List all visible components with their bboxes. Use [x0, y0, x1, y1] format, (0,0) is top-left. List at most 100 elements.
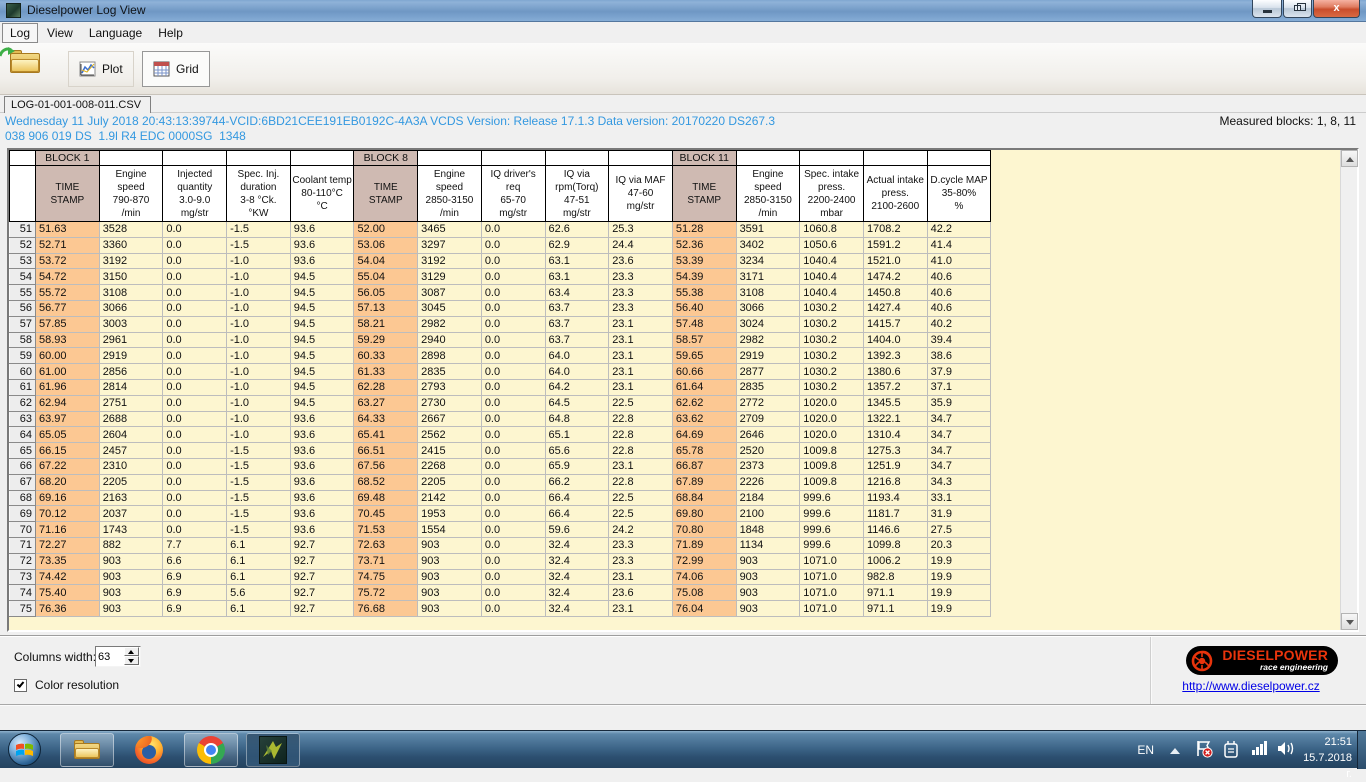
row-number-cell[interactable]: 62 — [10, 395, 36, 411]
grid-cell[interactable]: 61.64 — [672, 379, 736, 395]
grid-cell[interactable]: 1415.7 — [863, 316, 927, 332]
grid-cell[interactable]: 0.0 — [481, 269, 545, 285]
grid-cell[interactable]: 3360 — [99, 237, 163, 253]
grid-cell[interactable]: 2709 — [736, 411, 800, 427]
row-number-cell[interactable]: 52 — [10, 237, 36, 253]
grid-cell[interactable]: 6.9 — [163, 569, 227, 585]
scroll-up-button[interactable] — [1341, 150, 1358, 167]
grid-cell[interactable]: 40.2 — [927, 316, 991, 332]
grid-cell[interactable]: 0.0 — [163, 395, 227, 411]
grid-cell[interactable]: 0.0 — [481, 379, 545, 395]
grid-cell[interactable]: 0.0 — [163, 458, 227, 474]
grid-cell[interactable]: 999.6 — [800, 537, 864, 553]
grid-cell[interactable]: 64.69 — [672, 427, 736, 443]
grid-cell[interactable]: 68.20 — [36, 474, 100, 490]
grid-cell[interactable]: 93.6 — [290, 506, 354, 522]
grid-cell[interactable]: 0.0 — [163, 427, 227, 443]
grid-cell[interactable]: 2835 — [736, 379, 800, 395]
grid-cell[interactable]: 75.40 — [36, 585, 100, 601]
show-hidden-icons-button[interactable] — [1170, 748, 1180, 754]
grid-cell[interactable]: 23.1 — [609, 332, 673, 348]
grid-cell[interactable]: 32.4 — [545, 585, 609, 601]
grid-cell[interactable]: 27.5 — [927, 522, 991, 538]
grid-cell[interactable]: -1.5 — [227, 474, 291, 490]
grid-cell[interactable]: 0.0 — [163, 522, 227, 538]
grid-cell[interactable]: 94.5 — [290, 364, 354, 380]
grid-cell[interactable]: 1009.8 — [800, 458, 864, 474]
grid-cell[interactable]: 63.97 — [36, 411, 100, 427]
grid-cell[interactable]: 92.7 — [290, 569, 354, 585]
row-number-cell[interactable]: 54 — [10, 269, 36, 285]
grid-cell[interactable]: 2184 — [736, 490, 800, 506]
row-number-cell[interactable]: 61 — [10, 379, 36, 395]
grid-cell[interactable]: 2205 — [418, 474, 482, 490]
grid-cell[interactable]: 63.4 — [545, 285, 609, 301]
grid-cell[interactable]: 1040.4 — [800, 285, 864, 301]
vertical-scrollbar[interactable] — [1340, 150, 1357, 630]
grid-cell[interactable]: 71.89 — [672, 537, 736, 553]
menu-language[interactable]: Language — [82, 24, 149, 42]
grid-cell[interactable]: 882 — [99, 537, 163, 553]
grid-cell[interactable]: 0.0 — [163, 411, 227, 427]
grid-cell[interactable]: 92.7 — [290, 601, 354, 617]
grid-cell[interactable]: 61.00 — [36, 364, 100, 380]
grid-cell[interactable]: 63.1 — [545, 269, 609, 285]
grid-cell[interactable]: 6.9 — [163, 585, 227, 601]
grid-cell[interactable]: -1.0 — [227, 411, 291, 427]
grid-cell[interactable]: 64.2 — [545, 379, 609, 395]
grid-cell[interactable]: -1.5 — [227, 458, 291, 474]
grid-cell[interactable]: 94.5 — [290, 395, 354, 411]
grid-cell[interactable]: 23.3 — [609, 553, 673, 569]
grid-cell[interactable]: 92.7 — [290, 553, 354, 569]
grid-cell[interactable]: 1181.7 — [863, 506, 927, 522]
grid-cell[interactable]: 903 — [418, 585, 482, 601]
grid-cell[interactable]: 22.8 — [609, 443, 673, 459]
row-number-cell[interactable]: 65 — [10, 443, 36, 459]
grid-cell[interactable]: 0.0 — [481, 458, 545, 474]
grid-cell[interactable]: 40.6 — [927, 285, 991, 301]
grid-cell[interactable]: 0.0 — [163, 237, 227, 253]
row-number-cell[interactable]: 51 — [10, 222, 36, 238]
grid-cell[interactable]: 1554 — [418, 522, 482, 538]
grid-cell[interactable]: 999.6 — [800, 506, 864, 522]
grid-cell[interactable]: 63.7 — [545, 316, 609, 332]
grid-cell[interactable]: 66.4 — [545, 506, 609, 522]
grid-cell[interactable]: 51.63 — [36, 222, 100, 238]
grid-cell[interactable]: 3402 — [736, 237, 800, 253]
columns-width-spinner[interactable] — [95, 646, 141, 667]
grid-cell[interactable]: 93.6 — [290, 490, 354, 506]
grid-cell[interactable]: 0.0 — [481, 569, 545, 585]
grid-cell[interactable]: 66.4 — [545, 490, 609, 506]
grid-cell[interactable]: 19.9 — [927, 569, 991, 585]
grid-cell[interactable]: 2751 — [99, 395, 163, 411]
grid-cell[interactable]: 92.7 — [290, 537, 354, 553]
grid-cell[interactable]: 1030.2 — [800, 364, 864, 380]
grid-button[interactable]: Grid — [142, 51, 210, 87]
grid-cell[interactable]: 2982 — [418, 316, 482, 332]
row-number-cell[interactable]: 59 — [10, 348, 36, 364]
grid-cell[interactable]: 24.2 — [609, 522, 673, 538]
grid-cell[interactable]: 34.7 — [927, 427, 991, 443]
grid-cell[interactable]: 92.7 — [290, 585, 354, 601]
grid-cell[interactable]: 2520 — [736, 443, 800, 459]
grid-cell[interactable]: 6.9 — [163, 601, 227, 617]
columns-width-input[interactable] — [98, 648, 124, 665]
grid-cell[interactable]: 0.0 — [481, 348, 545, 364]
grid-cell[interactable]: 2037 — [99, 506, 163, 522]
menu-help[interactable]: Help — [151, 24, 190, 42]
grid-cell[interactable]: 94.5 — [290, 285, 354, 301]
grid-cell[interactable]: 971.1 — [863, 585, 927, 601]
grid-cell[interactable]: 53.06 — [354, 237, 418, 253]
grid-cell[interactable]: 0.0 — [481, 585, 545, 601]
row-number-cell[interactable]: 64 — [10, 427, 36, 443]
grid-cell[interactable]: 5.6 — [227, 585, 291, 601]
grid-cell[interactable]: 94.5 — [290, 269, 354, 285]
grid-cell[interactable]: 63.1 — [545, 253, 609, 269]
grid-cell[interactable]: 3465 — [418, 222, 482, 238]
grid-cell[interactable]: 64.0 — [545, 348, 609, 364]
grid-cell[interactable]: 3108 — [736, 285, 800, 301]
grid-cell[interactable]: 0.0 — [481, 490, 545, 506]
grid-cell[interactable]: 33.1 — [927, 490, 991, 506]
grid-cell[interactable]: 6.6 — [163, 553, 227, 569]
grid-cell[interactable]: 60.33 — [354, 348, 418, 364]
